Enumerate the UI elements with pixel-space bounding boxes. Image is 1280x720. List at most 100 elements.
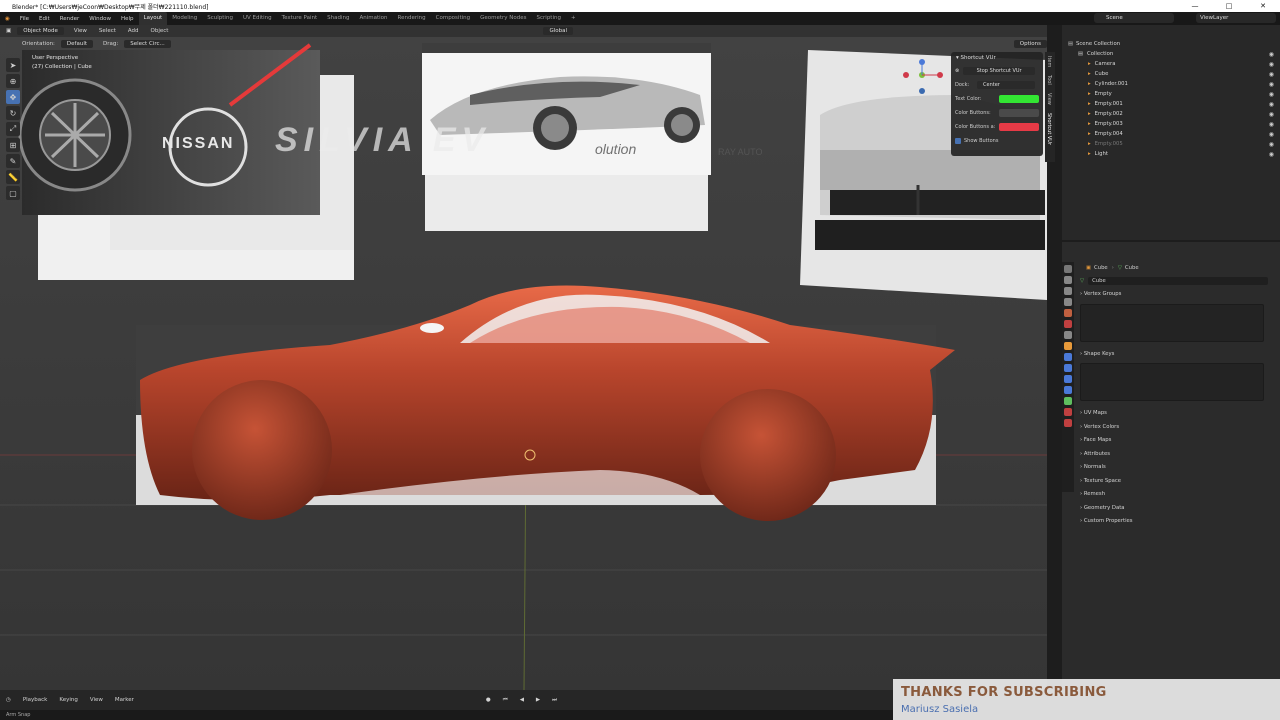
data-tab-icon[interactable] xyxy=(1064,397,1072,405)
sidebar-tab-tool[interactable]: Tool xyxy=(1045,71,1053,89)
stop-shortcut-button[interactable]: Stop Shortcut VUr xyxy=(963,67,1035,75)
measure-tool-icon[interactable]: 📏 xyxy=(6,170,20,184)
visibility-eye-icon[interactable]: ◉ xyxy=(1269,81,1274,88)
visibility-eye-icon[interactable]: ◉ xyxy=(1269,121,1274,128)
outliner-item[interactable]: ▸ Empty ◉ xyxy=(1062,89,1280,99)
outliner-item[interactable]: ▸ Camera ◉ xyxy=(1062,59,1280,69)
menu-edit[interactable]: Edit xyxy=(34,16,55,22)
timeline-playback-menu[interactable]: Playback xyxy=(17,697,54,703)
section-geometry-data[interactable]: › Geometry Data xyxy=(1076,502,1274,516)
tab-rendering[interactable]: Rendering xyxy=(393,12,431,25)
play-icon[interactable]: ▶ xyxy=(530,697,546,703)
tab-sculpting[interactable]: Sculpting xyxy=(202,12,238,25)
jump-end-icon[interactable]: ⏭ xyxy=(546,697,563,704)
viewport-menu-object[interactable]: Object xyxy=(145,28,175,34)
physics-tab-icon[interactable] xyxy=(1064,375,1072,383)
material-tab-icon[interactable] xyxy=(1064,408,1072,416)
move-tool-icon[interactable]: ✥ xyxy=(6,90,20,104)
section-remesh[interactable]: › Remesh xyxy=(1076,488,1274,502)
blender-logo-icon[interactable]: ◉ xyxy=(0,16,15,22)
maximize-button[interactable]: □ xyxy=(1212,0,1246,12)
tab-geometry-nodes[interactable]: Geometry Nodes xyxy=(475,12,531,25)
orientation-dropdown[interactable]: Default xyxy=(60,40,94,48)
world-tab-icon[interactable] xyxy=(1064,320,1072,328)
outliner-item[interactable]: ▸ Empty.005 ◉ xyxy=(1062,139,1280,149)
vertex-groups-list[interactable] xyxy=(1080,303,1264,342)
3d-viewport[interactable]: NISSAN SILVIA EV olution RAY AUTO xyxy=(0,25,1047,690)
visibility-eye-icon[interactable]: ◉ xyxy=(1269,51,1274,58)
section-vertex-groups[interactable]: › Vertex Groups xyxy=(1076,288,1274,302)
jump-start-icon[interactable]: ⏮ xyxy=(497,697,514,704)
outliner-scene-collection[interactable]: ▤ Scene Collection xyxy=(1062,39,1280,49)
scene-tab-icon[interactable] xyxy=(1064,309,1072,317)
visibility-eye-icon[interactable]: ◉ xyxy=(1269,131,1274,138)
collection-tab-icon[interactable] xyxy=(1064,331,1072,339)
output-tab-icon[interactable] xyxy=(1064,287,1072,295)
transform-orientation-dropdown[interactable]: Global xyxy=(543,27,573,35)
section-texture-space[interactable]: › Texture Space xyxy=(1076,475,1274,489)
particles-tab-icon[interactable] xyxy=(1064,364,1072,372)
shape-keys-list[interactable] xyxy=(1080,363,1264,401)
mode-selector[interactable]: Object Mode xyxy=(17,27,64,35)
dock-dropdown[interactable]: Center xyxy=(977,81,1035,89)
outliner-item[interactable]: ▸ Light ◉ xyxy=(1062,149,1280,159)
sidebar-tab-item[interactable]: Item xyxy=(1045,52,1053,71)
cursor-tool-icon[interactable]: ⊕ xyxy=(6,74,20,88)
play-reverse-icon[interactable]: ◀ xyxy=(514,697,530,703)
timeline-editor-icon[interactable]: ◷ xyxy=(0,697,17,703)
section-custom-properties[interactable]: › Custom Properties xyxy=(1076,515,1274,529)
outliner-item[interactable]: ▸ Empty.004 ◉ xyxy=(1062,129,1280,139)
section-shape-keys[interactable]: › Shape Keys xyxy=(1076,348,1274,362)
section-face-maps[interactable]: › Face Maps xyxy=(1076,434,1274,448)
record-button-icon[interactable]: ● xyxy=(480,697,497,703)
close-button[interactable]: ✕ xyxy=(1246,0,1280,12)
tab-shading[interactable]: Shading xyxy=(322,12,354,25)
section-normals[interactable]: › Normals xyxy=(1076,461,1274,475)
visibility-eye-icon[interactable]: ◉ xyxy=(1269,71,1274,78)
render-tab-icon[interactable] xyxy=(1064,276,1072,284)
options-dropdown[interactable]: Options xyxy=(1013,40,1047,48)
color-buttons-swatch[interactable] xyxy=(999,109,1039,117)
outliner-item[interactable]: ▸ Cube ◉ xyxy=(1062,69,1280,79)
sidebar-tab-shortcut-vur[interactable]: Shortcut VUr xyxy=(1045,109,1053,149)
add-workspace-button[interactable]: + xyxy=(566,12,581,25)
visibility-eye-icon[interactable]: ◉ xyxy=(1269,101,1274,108)
outliner-item[interactable]: ▤ Collection ◉ xyxy=(1062,49,1280,59)
section-uv-maps[interactable]: › UV Maps xyxy=(1076,407,1274,421)
annotate-tool-icon[interactable]: ✎ xyxy=(6,154,20,168)
visibility-eye-icon[interactable]: ◉ xyxy=(1269,91,1274,98)
visibility-eye-icon[interactable]: ◉ xyxy=(1269,61,1274,68)
panel-header[interactable]: ▾ Shortcut VUr xyxy=(951,52,1043,64)
section-vertex-colors[interactable]: › Vertex Colors xyxy=(1076,421,1274,435)
show-buttons-checkbox[interactable] xyxy=(955,138,961,144)
modifier-tab-icon[interactable] xyxy=(1064,353,1072,361)
scene-selector[interactable]: Scene xyxy=(1094,13,1174,23)
viewport-menu-select[interactable]: Select xyxy=(93,28,122,34)
view-layer-tab-icon[interactable] xyxy=(1064,298,1072,306)
timeline-keying-menu[interactable]: Keying xyxy=(53,697,83,703)
visibility-eye-icon[interactable]: ◉ xyxy=(1269,111,1274,118)
timeline-marker-menu[interactable]: Marker xyxy=(109,697,140,703)
timeline-view-menu[interactable]: View xyxy=(84,697,109,703)
select-tool-icon[interactable]: ➤ xyxy=(6,58,20,72)
outliner-item[interactable]: ▸ Empty.003 ◉ xyxy=(1062,119,1280,129)
constraints-tab-icon[interactable] xyxy=(1064,386,1072,394)
visibility-eye-icon[interactable]: ◉ xyxy=(1269,141,1274,148)
drag-dropdown[interactable]: Select Circ... xyxy=(124,40,171,48)
menu-help[interactable]: Help xyxy=(116,16,139,22)
viewport-menu-add[interactable]: Add xyxy=(122,28,145,34)
editor-type-icon[interactable]: ▣ xyxy=(0,28,17,34)
tab-uv-editing[interactable]: UV Editing xyxy=(238,12,277,25)
menu-render[interactable]: Render xyxy=(55,16,85,22)
viewport-menu-view[interactable]: View xyxy=(68,28,93,34)
color-buttons-a-swatch[interactable] xyxy=(999,123,1039,131)
view-layer-selector[interactable]: ViewLayer xyxy=(1196,13,1276,23)
outliner-item[interactable]: ▸ Cylinder.001 ◉ xyxy=(1062,79,1280,89)
visibility-eye-icon[interactable]: ◉ xyxy=(1269,151,1274,158)
outliner-item[interactable]: ▸ Empty.001 ◉ xyxy=(1062,99,1280,109)
tab-scripting[interactable]: Scripting xyxy=(532,12,566,25)
sidebar-tab-view[interactable]: View xyxy=(1045,89,1053,109)
texture-tab-icon[interactable] xyxy=(1064,419,1072,427)
tab-modeling[interactable]: Modeling xyxy=(167,12,202,25)
section-attributes[interactable]: › Attributes xyxy=(1076,448,1274,462)
